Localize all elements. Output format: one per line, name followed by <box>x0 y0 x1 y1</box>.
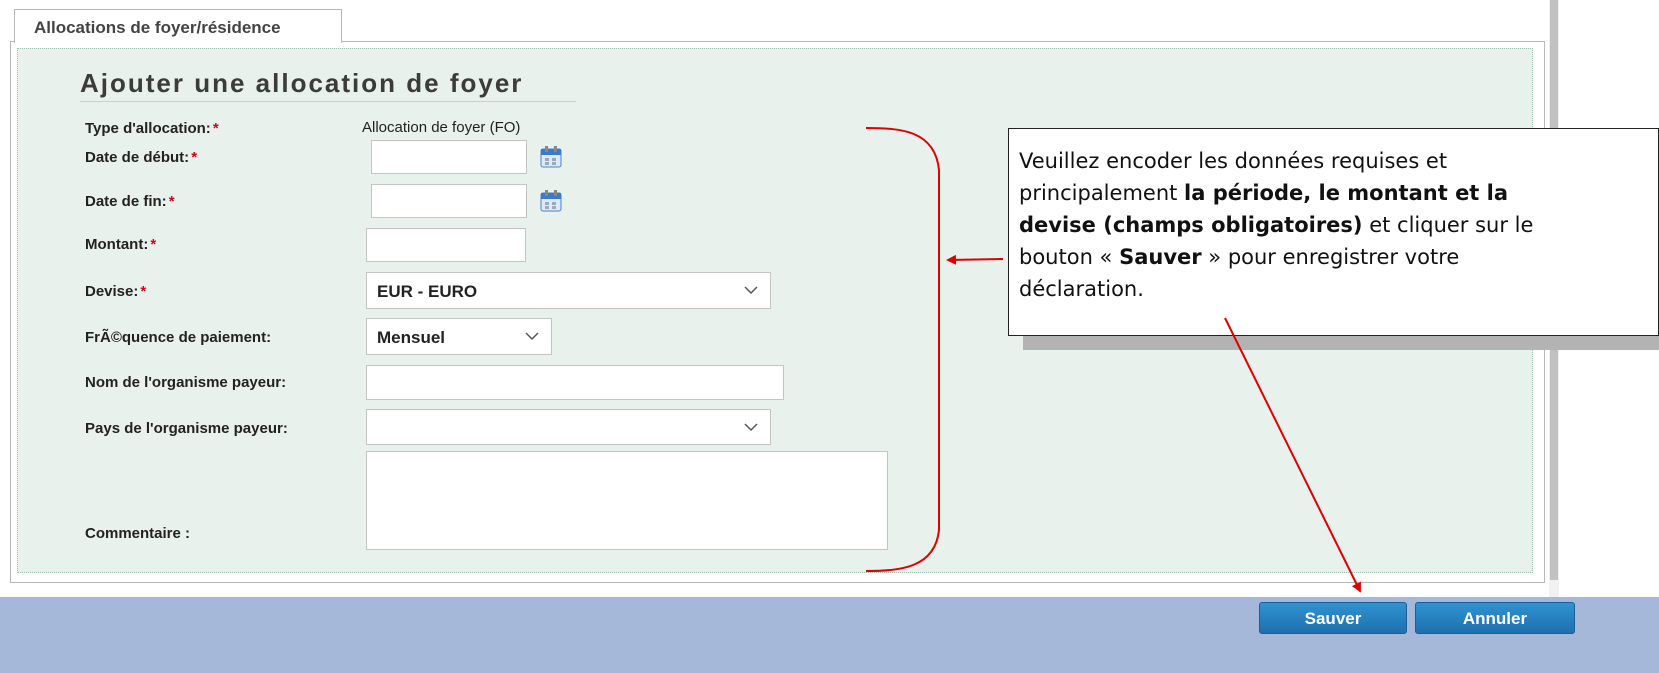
currency-value: EUR - EURO <box>377 282 478 301</box>
type-label: Type d'allocation: * <box>85 120 219 137</box>
callout-line-5: déclaration. <box>1019 277 1144 301</box>
frequency-value: Mensuel <box>377 328 446 347</box>
frequency-label: FrÃ©quence de paiement: <box>85 329 272 346</box>
payer-name-input[interactable] <box>366 365 784 400</box>
amount-label: Montant: * <box>85 236 157 253</box>
currency-select[interactable]: EUR - EURO <box>366 272 771 309</box>
frequency-select[interactable]: Mensuel <box>366 318 552 355</box>
comment-textarea[interactable] <box>366 451 888 550</box>
chevron-down-icon <box>744 286 758 295</box>
payer-name-label: Nom de l'organisme payeur: <box>85 374 287 391</box>
callout-line-1: Veuillez encoder les données requises et <box>1019 149 1448 173</box>
payer-country-label: Pays de l'organisme payeur: <box>85 420 288 437</box>
page-title: Ajouter une allocation de foyer <box>80 68 576 102</box>
amount-input[interactable] <box>366 228 526 262</box>
start-date-label: Date de début: * <box>85 149 198 166</box>
callout-line-3: devise (champs obligatoires) et cliquer … <box>1019 213 1534 237</box>
payer-country-select[interactable] <box>366 409 771 445</box>
end-date-input[interactable] <box>371 184 527 218</box>
chevron-down-icon <box>744 423 758 432</box>
callout-line-4: bouton « Sauver » pour enregistrer votre <box>1019 245 1460 269</box>
save-button[interactable]: Sauver <box>1259 602 1407 634</box>
calendar-icon[interactable] <box>540 146 562 168</box>
instruction-callout: Veuillez encoder les données requises et… <box>1008 128 1659 336</box>
tab-label: Allocations de foyer/résidence <box>34 18 281 37</box>
footer-bar <box>0 597 1659 673</box>
tab-allocations[interactable]: Allocations de foyer/résidence <box>14 9 342 43</box>
cancel-button[interactable]: Annuler <box>1415 602 1575 634</box>
chevron-down-icon <box>525 332 539 341</box>
callout-line-2: principalement la période, le montant et… <box>1019 181 1509 205</box>
type-value: Allocation de foyer (FO) <box>362 119 521 136</box>
currency-label: Devise: * <box>85 283 147 300</box>
calendar-icon[interactable] <box>540 190 562 212</box>
start-date-input[interactable] <box>371 140 527 174</box>
comment-label: Commentaire : <box>85 525 191 542</box>
end-date-label: Date de fin: * <box>85 193 175 210</box>
